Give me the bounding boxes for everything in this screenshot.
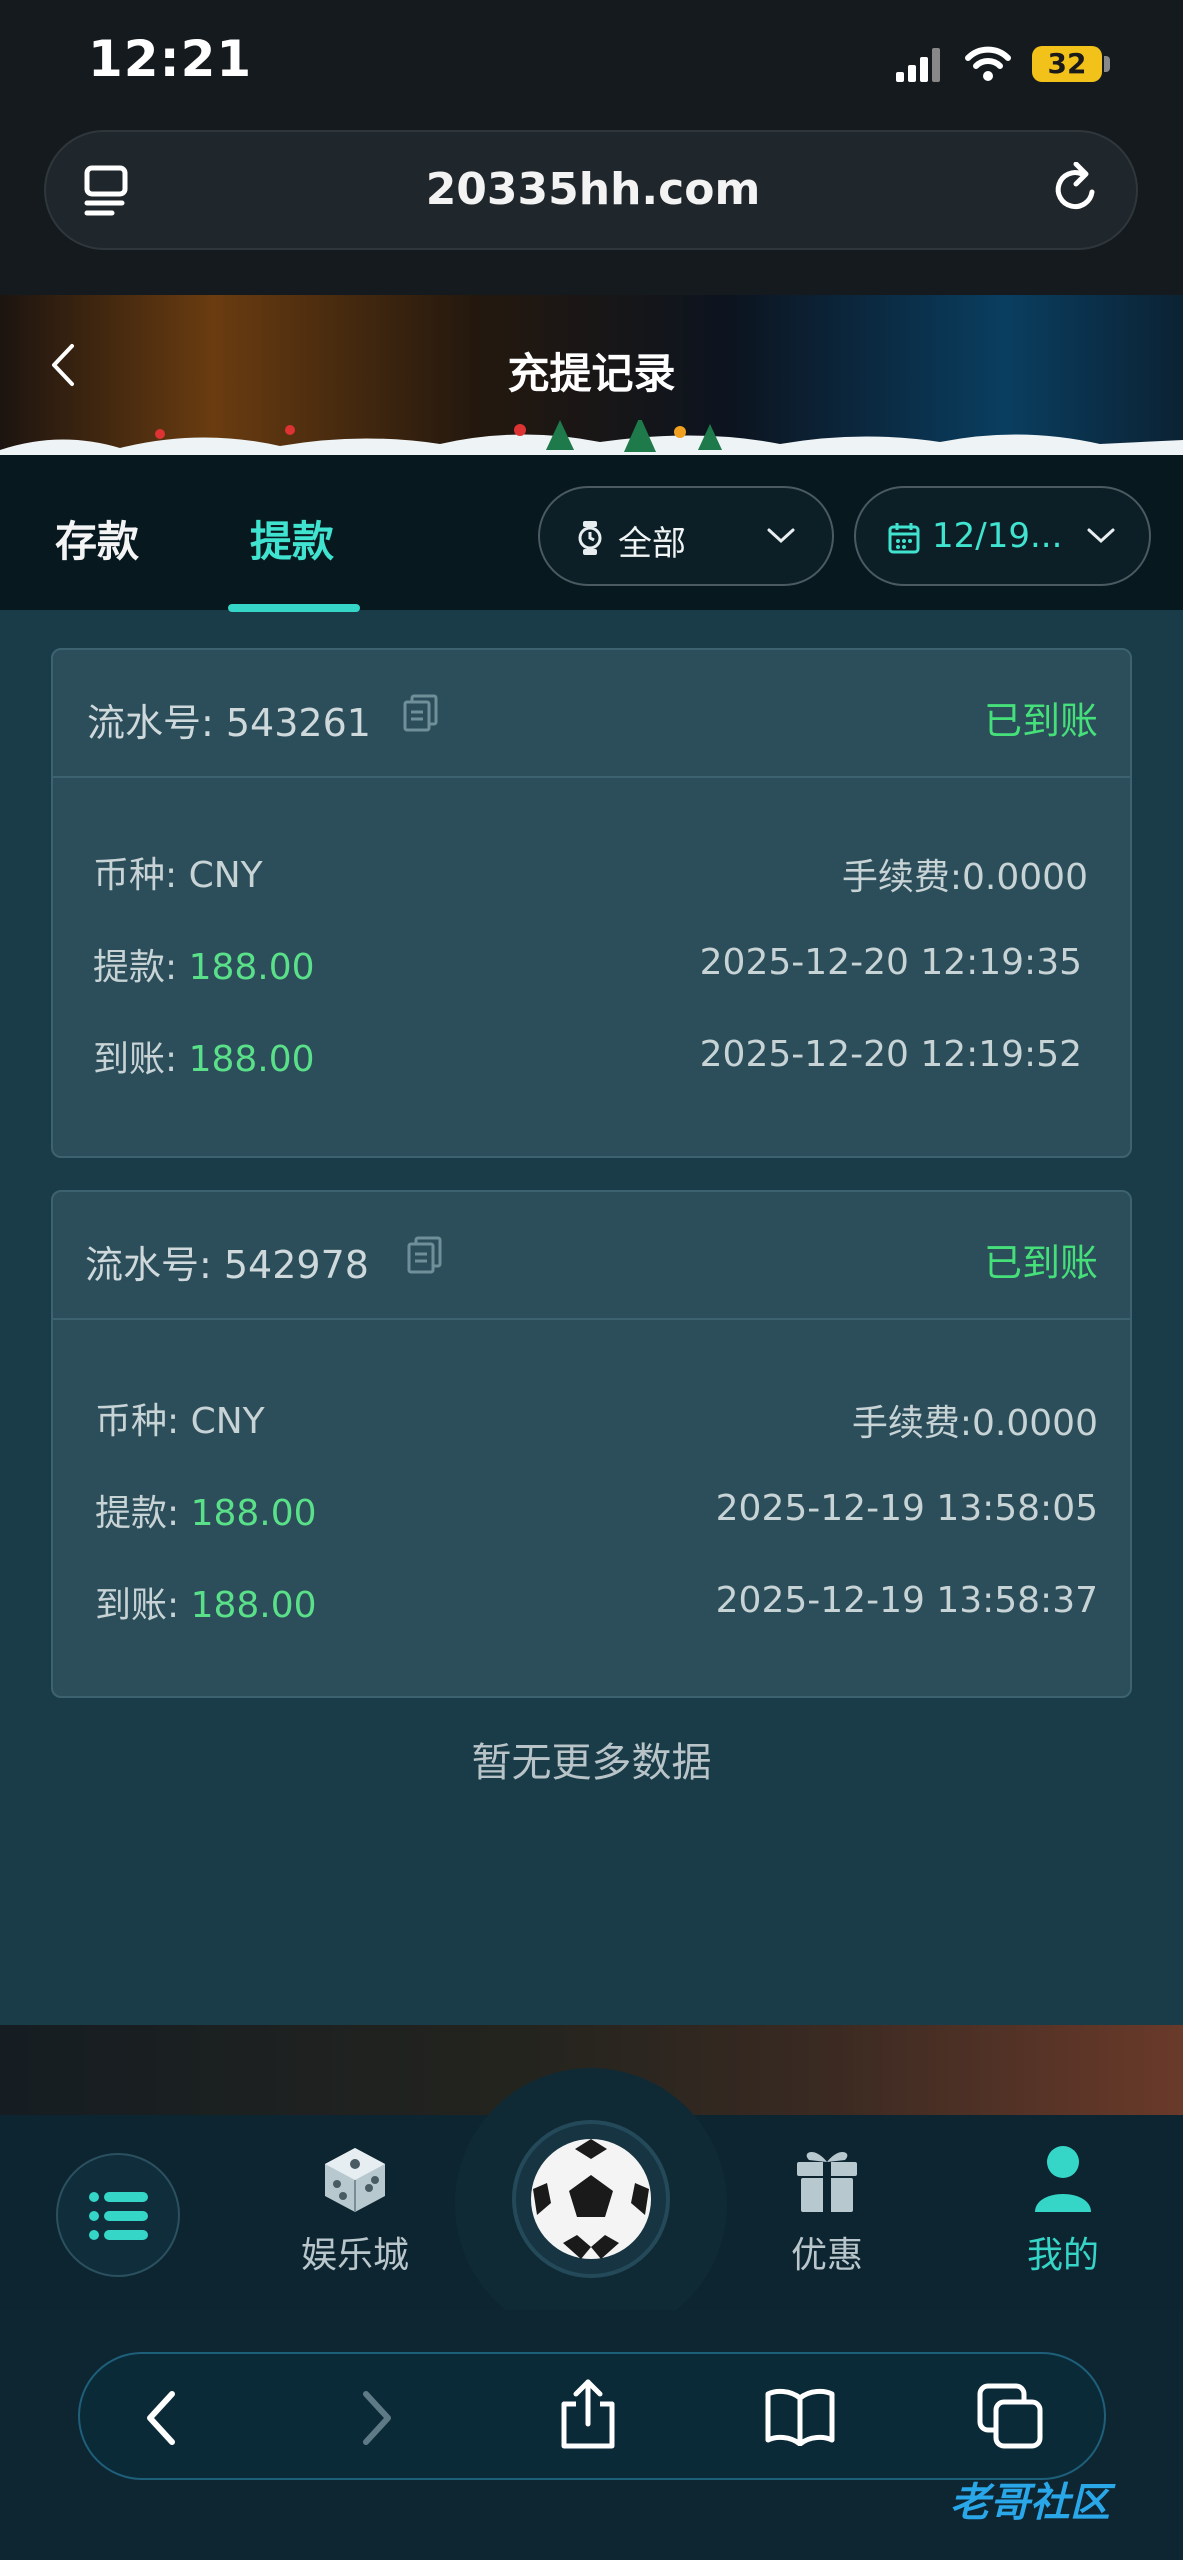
- chevron-down-icon: [1087, 528, 1115, 544]
- browser-toolbar: [78, 2352, 1106, 2480]
- arrive-label: 到账:: [93, 1039, 189, 1080]
- battery-indicator: 32: [1032, 46, 1102, 82]
- browser-back-icon[interactable]: [142, 2390, 182, 2446]
- withdraw-time: 2025-12-19 13:58:05: [715, 1488, 1098, 1529]
- date-filter-dropdown[interactable]: 12/19...: [854, 486, 1151, 586]
- record-card: 流水号: 542978 已到账 币种: CNY 手续费:0.0000 提款: 1…: [51, 1190, 1132, 1698]
- status-filter-dropdown[interactable]: 全部: [538, 486, 834, 586]
- arrive-amount: 188.00: [190, 1585, 317, 1626]
- nav-item-sports[interactable]: [512, 2120, 670, 2278]
- nav-label-mine: 我的: [1026, 2235, 1099, 2276]
- tab-deposit[interactable]: 存款: [55, 508, 139, 569]
- signal-icon: [896, 48, 940, 82]
- record-card-header: 流水号: 543261 已到账: [53, 650, 1130, 778]
- status-filter-value: 全部: [618, 524, 686, 564]
- serial-number: 流水号: 543261: [87, 701, 371, 745]
- no-more-data-text: 暂无更多数据: [471, 1740, 712, 1786]
- record-card-header: 流水号: 542978 已到账: [53, 1192, 1130, 1320]
- dice-icon: [325, 2148, 385, 2212]
- menu-button[interactable]: [56, 2153, 180, 2277]
- fee-text: 手续费:0.0000: [851, 1403, 1098, 1444]
- active-tab-indicator: [228, 604, 360, 612]
- calendar-icon: [888, 523, 920, 554]
- withdraw-amount: 188.00: [190, 1493, 317, 1534]
- currency-value: CNY: [188, 855, 263, 896]
- fee-text: 手续费:0.0000: [841, 857, 1088, 898]
- currency-row: 币种: CNY: [95, 1392, 265, 1444]
- nav-item-promo[interactable]: 优惠: [727, 2140, 927, 2280]
- currency-label: 币种:: [93, 855, 189, 896]
- user-icon: [1035, 2146, 1091, 2212]
- record-card: 流水号: 543261 已到账 币种: CNY 手续费:0.0000 提款: 1…: [51, 648, 1132, 1158]
- soccer-ball-icon: [531, 2139, 651, 2259]
- share-icon[interactable]: [558, 2378, 618, 2450]
- currency-label: 币种:: [95, 1401, 191, 1442]
- currency-row: 币种: CNY: [93, 846, 263, 898]
- bookmarks-icon[interactable]: [764, 2386, 836, 2446]
- withdraw-label: 提款:: [95, 1493, 191, 1534]
- copy-icon[interactable]: [403, 694, 439, 732]
- address-bar[interactable]: 20335hh.com: [44, 130, 1138, 250]
- chevron-down-icon: [767, 528, 795, 544]
- date-filter-value: 12/19...: [932, 516, 1063, 556]
- battery-tip: [1104, 56, 1110, 72]
- arrive-row: 到账: 188.00: [93, 1030, 315, 1082]
- withdraw-amount: 188.00: [188, 947, 315, 988]
- tabs-icon[interactable]: [976, 2382, 1044, 2450]
- withdraw-label: 提款:: [93, 947, 189, 988]
- reader-icon[interactable]: [84, 165, 134, 217]
- arrive-time: 2025-12-19 13:58:37: [715, 1580, 1098, 1621]
- withdraw-row: 提款: 188.00: [95, 1484, 317, 1536]
- copy-icon[interactable]: [407, 1236, 443, 1274]
- nav-label-casino: 娱乐城: [300, 2235, 409, 2276]
- nav-item-mine[interactable]: 我的: [963, 2140, 1163, 2280]
- list-icon: [89, 2192, 148, 2240]
- arrive-time: 2025-12-20 12:19:52: [699, 1034, 1082, 1075]
- url-text[interactable]: 20335hh.com: [46, 132, 1140, 248]
- nav-label-promo: 优惠: [790, 2235, 863, 2276]
- serial-number: 流水号: 542978: [85, 1243, 369, 1287]
- arrive-amount: 188.00: [188, 1039, 315, 1080]
- browser-forward-icon[interactable]: [356, 2390, 396, 2446]
- watermark-logo: 老哥社区: [950, 2480, 1110, 2526]
- withdraw-row: 提款: 188.00: [93, 938, 315, 990]
- arrive-label: 到账:: [95, 1585, 191, 1626]
- watch-icon: [578, 521, 602, 555]
- wifi-icon: [965, 46, 1011, 81]
- snow-decoration: [0, 420, 1183, 460]
- withdraw-time: 2025-12-20 12:19:35: [699, 942, 1082, 983]
- currency-value: CNY: [190, 1401, 265, 1442]
- gift-icon: [797, 2151, 857, 2212]
- status-time: 12:21: [88, 30, 253, 88]
- page-title: 充提记录: [507, 349, 676, 398]
- nav-item-casino[interactable]: 娱乐城: [255, 2140, 455, 2280]
- tab-withdraw[interactable]: 提款: [250, 508, 334, 569]
- status-badge: 已到账: [983, 699, 1098, 743]
- arrive-row: 到账: 188.00: [95, 1576, 317, 1628]
- status-badge: 已到账: [983, 1241, 1098, 1285]
- reload-icon[interactable]: [1052, 162, 1100, 214]
